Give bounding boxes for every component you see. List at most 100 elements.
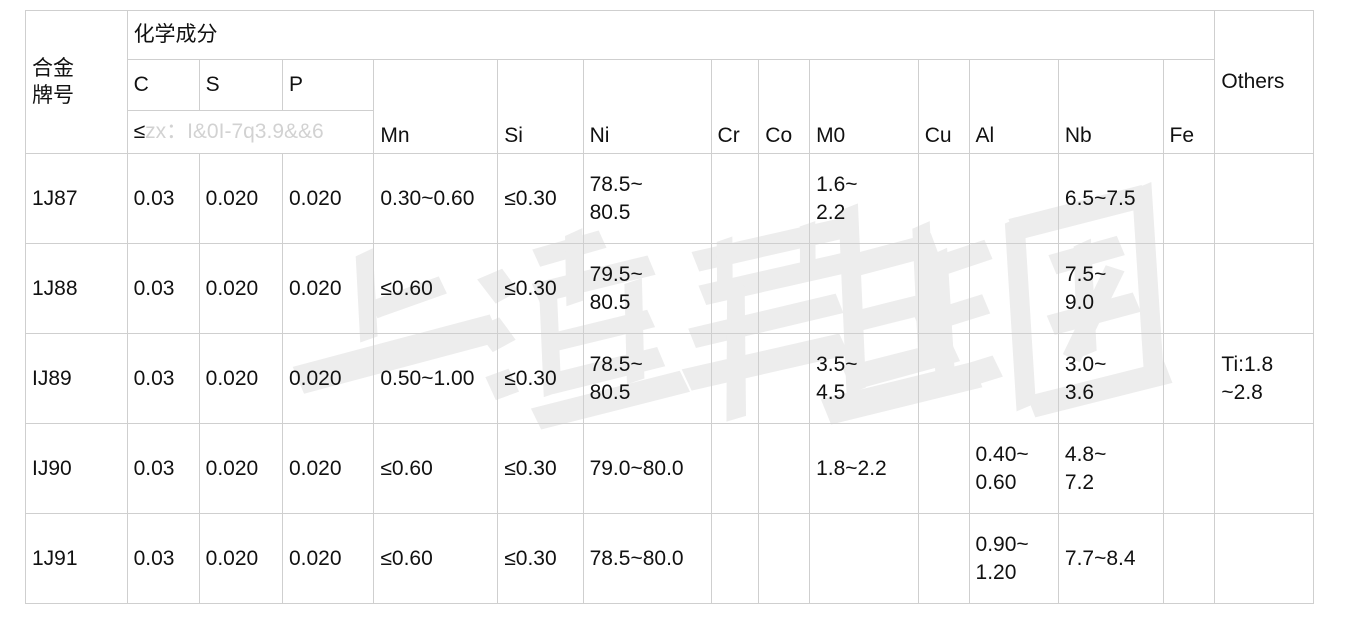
cell-cr bbox=[710, 153, 760, 244]
cell-p: 0.020 bbox=[281, 423, 375, 514]
header-element-al: Al bbox=[968, 59, 1059, 154]
header-chemical-composition: 化学成分 bbox=[126, 10, 1216, 60]
cell-cu bbox=[917, 243, 970, 334]
cell-c: 0.03 bbox=[126, 423, 200, 514]
cell-cu bbox=[917, 423, 970, 514]
cell-s: 0.020 bbox=[198, 333, 283, 424]
cell-nb: 7.5~ 9.0 bbox=[1057, 243, 1164, 334]
header-element-mo: M0 bbox=[809, 59, 919, 154]
cell-c: 0.03 bbox=[126, 153, 200, 244]
cell-fe bbox=[1162, 153, 1216, 244]
table-header-row-elements: C S P Mn Si Ni Cr Co M0 Cu Al Nb Fe bbox=[26, 59, 1314, 154]
header-element-p: P bbox=[281, 59, 375, 111]
cell-mn: ≤0.60 bbox=[373, 423, 499, 514]
cell-cu bbox=[917, 513, 970, 604]
cell-si: ≤0.30 bbox=[497, 153, 584, 244]
cell-fe bbox=[1162, 243, 1216, 334]
header-element-mn: Mn bbox=[373, 59, 499, 154]
cell-cr bbox=[710, 243, 760, 334]
header-element-co: Co bbox=[758, 59, 811, 154]
cell-al bbox=[968, 153, 1059, 244]
cell-alloy-grade: 1J87 bbox=[25, 153, 128, 244]
cell-mo: 1.6~ 2.2 bbox=[809, 153, 919, 244]
cell-ni: 79.0~80.0 bbox=[582, 423, 712, 514]
header-element-cu: Cu bbox=[917, 59, 970, 154]
cell-p: 0.020 bbox=[281, 333, 375, 424]
cell-s: 0.020 bbox=[198, 153, 283, 244]
cell-p: 0.020 bbox=[281, 513, 375, 604]
table-row: 1J87 0.03 0.020 0.020 0.30~0.60 ≤0.30 78… bbox=[25, 153, 1314, 244]
header-element-c: C bbox=[126, 59, 200, 111]
header-element-cr: Cr bbox=[710, 59, 760, 154]
cell-si: ≤0.30 bbox=[497, 333, 584, 424]
header-alloy-grade: 合金 牌号 bbox=[25, 10, 128, 154]
cell-al: 0.40~ 0.60 bbox=[968, 423, 1059, 514]
table-row: IJ90 0.03 0.020 0.020 ≤0.60 ≤0.30 79.0~8… bbox=[25, 423, 1314, 514]
cell-co bbox=[758, 333, 811, 424]
cell-mn: ≤0.60 bbox=[373, 243, 499, 334]
table-row: 1J91 0.03 0.020 0.020 ≤0.60 ≤0.30 78.5~8… bbox=[25, 513, 1314, 604]
table-row: 1J88 0.03 0.020 0.020 ≤0.60 ≤0.30 79.5~ … bbox=[25, 243, 1314, 334]
cell-co bbox=[758, 153, 811, 244]
table-row: IJ89 0.03 0.020 0.020 0.50~1.00 ≤0.30 78… bbox=[25, 333, 1314, 424]
cell-s: 0.020 bbox=[198, 513, 283, 604]
cell-mn: 0.50~1.00 bbox=[373, 333, 499, 424]
header-element-si: Si bbox=[497, 59, 584, 154]
table-header-row-group: 合金 牌号 化学成分 Others bbox=[25, 10, 1314, 154]
cell-mn: ≤0.60 bbox=[373, 513, 499, 604]
cell-alloy-grade: IJ90 bbox=[25, 423, 128, 514]
cell-cu bbox=[917, 153, 970, 244]
cell-ni: 78.5~ 80.5 bbox=[582, 153, 712, 244]
header-element-ni: Ni bbox=[582, 59, 712, 154]
cell-al bbox=[968, 243, 1059, 334]
cell-cr bbox=[710, 513, 760, 604]
cell-p: 0.020 bbox=[281, 243, 375, 334]
cell-si: ≤0.30 bbox=[497, 513, 584, 604]
cell-c: 0.03 bbox=[126, 243, 200, 334]
cell-others bbox=[1214, 513, 1314, 604]
chemical-composition-table-container: 合金 牌号 化学成分 Others C S P Mn Si Ni Cr Co M… bbox=[25, 10, 1314, 604]
cell-ni: 78.5~80.0 bbox=[582, 513, 712, 604]
header-element-s: S bbox=[198, 59, 283, 111]
cell-nb: 6.5~7.5 bbox=[1057, 153, 1164, 244]
cell-s: 0.020 bbox=[198, 243, 283, 334]
cell-cu bbox=[917, 333, 970, 424]
limit-symbol: ≤ bbox=[133, 120, 146, 144]
limit-noise-text: zx：I&0I-7q3.9&&6 bbox=[145, 120, 324, 144]
cell-others bbox=[1214, 153, 1314, 244]
cell-ni: 79.5~ 80.5 bbox=[582, 243, 712, 334]
cell-si: ≤0.30 bbox=[497, 423, 584, 514]
cell-mn: 0.30~0.60 bbox=[373, 153, 499, 244]
header-element-nb: Nb bbox=[1057, 59, 1164, 154]
cell-co bbox=[758, 243, 811, 334]
cell-nb: 7.7~8.4 bbox=[1057, 513, 1164, 604]
cell-al bbox=[968, 333, 1059, 424]
cell-co bbox=[758, 513, 811, 604]
cell-fe bbox=[1162, 333, 1216, 424]
cell-alloy-grade: 1J91 bbox=[25, 513, 128, 604]
cell-cr bbox=[710, 423, 760, 514]
cell-cr bbox=[710, 333, 760, 424]
cell-c: 0.03 bbox=[126, 513, 200, 604]
cell-alloy-grade: IJ89 bbox=[25, 333, 128, 424]
cell-others: Ti:1.8 ~2.8 bbox=[1214, 333, 1314, 424]
cell-s: 0.020 bbox=[198, 423, 283, 514]
cell-mo bbox=[809, 513, 919, 604]
cell-p: 0.020 bbox=[281, 153, 375, 244]
cell-mo: 1.8~2.2 bbox=[809, 423, 919, 514]
cell-al: 0.90~ 1.20 bbox=[968, 513, 1059, 604]
cell-others bbox=[1214, 423, 1314, 514]
header-others: Others bbox=[1214, 10, 1314, 154]
cell-ni: 78.5~ 80.5 bbox=[582, 333, 712, 424]
cell-alloy-grade: 1J88 bbox=[25, 243, 128, 334]
cell-co bbox=[758, 423, 811, 514]
cell-mo bbox=[809, 243, 919, 334]
header-limit-note: ≤zx：I&0I-7q3.9&&6 bbox=[126, 110, 375, 154]
cell-c: 0.03 bbox=[126, 333, 200, 424]
cell-nb: 3.0~ 3.6 bbox=[1057, 333, 1164, 424]
cell-nb: 4.8~ 7.2 bbox=[1057, 423, 1164, 514]
cell-others bbox=[1214, 243, 1314, 334]
cell-mo: 3.5~ 4.5 bbox=[809, 333, 919, 424]
chemical-composition-table: 合金 牌号 化学成分 Others C S P Mn Si Ni Cr Co M… bbox=[25, 10, 1314, 604]
cell-fe bbox=[1162, 423, 1216, 514]
